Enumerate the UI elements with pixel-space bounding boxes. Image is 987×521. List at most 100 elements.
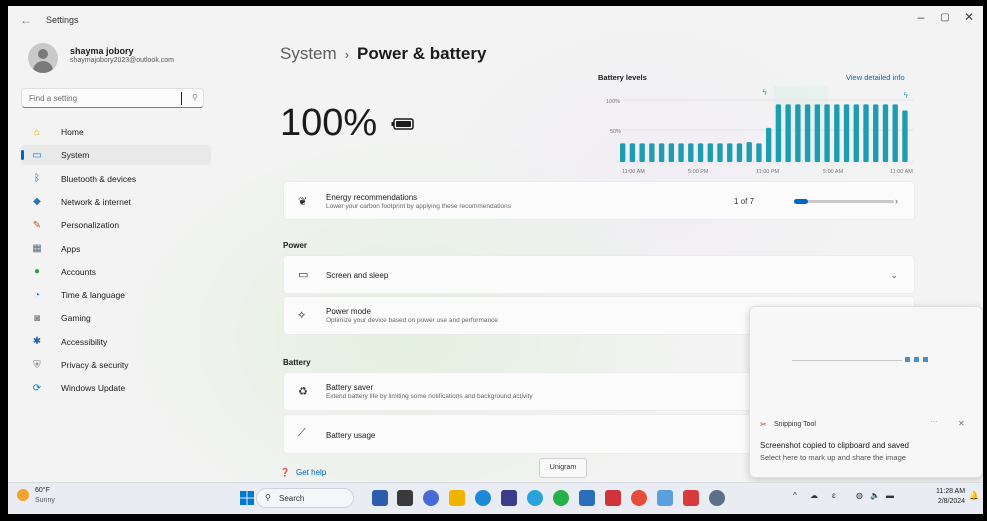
sidebar-item-network-internet[interactable]: ◆ Network & internet — [21, 192, 211, 212]
battery-bar — [707, 143, 713, 162]
battery-tray-icon[interactable]: ▬ — [886, 491, 894, 500]
power-mode-title: Power mode — [326, 307, 371, 316]
toast-action: Select here to mark up and share the ima… — [760, 453, 906, 462]
avatar[interactable] — [28, 43, 58, 73]
keyboard-icon[interactable]: ɛ — [832, 491, 836, 500]
battery-bar — [697, 143, 704, 162]
sidebar-item-apps[interactable]: ▦ Apps — [21, 239, 211, 259]
store-icon[interactable] — [501, 490, 517, 506]
search-icon: ⚲ — [265, 493, 271, 502]
sidebar-item-time-language[interactable]: ◔ Time & language — [21, 285, 211, 305]
onedrive-icon[interactable]: ☁ — [810, 491, 818, 500]
bluetooth-icon: ᛒ — [34, 173, 40, 185]
get-help-link[interactable]: Get help — [296, 468, 326, 477]
system-icon: ▭ — [32, 149, 42, 161]
sidebar-item-privacy-security[interactable]: ⛨ Privacy & security — [21, 355, 211, 375]
battery-bar — [795, 104, 801, 162]
back-arrow-icon[interactable]: ← — [20, 13, 32, 27]
globe-clock-icon: ◔ — [33, 289, 41, 301]
view-detailed-info-link[interactable]: View detailed info — [846, 73, 905, 82]
toast-preview-dot — [914, 357, 919, 362]
toast-preview-dot — [905, 357, 910, 362]
battery-bar — [873, 104, 879, 162]
sidebar-item-home[interactable]: ⌂ Home — [21, 122, 211, 142]
sidebar-item-label: Apps — [61, 243, 81, 254]
edge-icon[interactable] — [475, 490, 491, 506]
battery-saver-icon: ♻ — [298, 386, 308, 398]
file-explorer-icon[interactable] — [372, 490, 388, 506]
y-tick-label: 50% — [610, 129, 621, 135]
battery-bar — [902, 110, 908, 162]
sidebar-item-label: Home — [61, 127, 84, 137]
close-icon[interactable]: ✕ — [954, 10, 983, 24]
selection-indicator — [21, 150, 24, 161]
battery-bar — [785, 104, 791, 162]
recommendation-count: 1 of 7 — [734, 197, 755, 206]
battery-bar — [814, 104, 821, 162]
taskbar-search[interactable]: ⚲ Search — [256, 488, 354, 508]
update-icon: ⟳ — [32, 382, 42, 394]
chrome-icon[interactable] — [631, 490, 647, 506]
battery-saver-subtitle: Extend battery life by limiting some not… — [326, 393, 533, 400]
x-tick-label: 5:00 PM — [688, 169, 709, 175]
folder-icon[interactable] — [449, 490, 465, 506]
sidebar-item-system[interactable]: ▭ System — [21, 145, 211, 166]
toast-app-name: Snipping Tool — [774, 421, 816, 428]
battery-bar — [649, 143, 655, 162]
chat-icon[interactable] — [423, 490, 439, 506]
volume-icon[interactable]: 🔈 — [870, 491, 880, 500]
battery-bar — [639, 143, 645, 162]
window-title: Settings — [46, 15, 79, 25]
sidebar-item-bluetooth-devices[interactable]: ᛒ Bluetooth & devices — [21, 169, 211, 189]
section-battery: Battery — [283, 358, 311, 367]
search-icon: ⚲ — [192, 93, 198, 102]
chart-line-icon: ⟋ — [298, 427, 306, 439]
x-tick-label: 11:00 AM — [622, 169, 645, 175]
notification-bell-icon[interactable]: 🔔 — [969, 491, 979, 500]
battery-bar — [766, 127, 772, 162]
snipping-tool-icon: ✂ — [760, 420, 767, 429]
battery-bar — [678, 143, 684, 162]
toast-close-icon[interactable]: ✕ — [958, 419, 965, 428]
wifi-icon: ◆ — [33, 196, 41, 208]
sidebar-item-windows-update[interactable]: ⟳ Windows Update — [21, 378, 211, 398]
breadcrumb-parent[interactable]: System — [280, 44, 337, 63]
photos-icon[interactable] — [657, 490, 673, 506]
page-title: Power & battery — [357, 44, 487, 63]
sidebar-item-personalization[interactable]: ✎ Personalization — [21, 215, 211, 235]
profile-name: shayma jobory — [70, 46, 134, 56]
sidebar-item-label: Personalization — [61, 220, 120, 231]
sidebar-item-accounts[interactable]: ● Accounts — [21, 262, 211, 282]
chevron-down-icon: ⌄ — [890, 270, 898, 280]
y-tick-label: 100% — [606, 99, 620, 105]
snipping-tool-notification[interactable]: ✂ Snipping Tool ··· ✕ Screenshot copied … — [749, 306, 983, 478]
toast-more-icon[interactable]: ··· — [930, 417, 938, 426]
battery-bar — [668, 143, 675, 162]
sidebar-item-accessibility[interactable]: ✱ Accessibility — [21, 332, 211, 352]
start-icon[interactable] — [240, 491, 254, 505]
clock-time: 11:28 AM — [936, 488, 966, 495]
sidebar-item-gaming[interactable]: ◙ Gaming — [21, 308, 211, 328]
sidebar-item-label: Network & internet — [61, 196, 131, 207]
network-icon[interactable]: ◍ — [856, 491, 863, 500]
battery-bar — [756, 143, 762, 162]
battery-bar — [863, 104, 869, 162]
settings-icon[interactable] — [709, 490, 725, 506]
screen-sleep-row[interactable]: ▭ Screen and sleep ⌄ — [283, 255, 915, 294]
chevron-up-icon[interactable]: ^ — [793, 491, 797, 500]
word-icon[interactable] — [579, 490, 595, 506]
sidebar-item-label: Gaming — [61, 313, 91, 324]
clock[interactable]: 11:28 AM 2/8/2024 — [936, 487, 965, 507]
search-input[interactable]: Find a setting ⚲ — [21, 88, 204, 108]
pdf-icon[interactable] — [605, 490, 621, 506]
taskbar-tooltip: Unigram — [539, 458, 587, 478]
unigram-icon[interactable] — [527, 490, 543, 506]
snipping-tool-taskbar-icon[interactable] — [683, 490, 699, 506]
title-bar: ← Settings – ▢ ✕ — [8, 6, 983, 36]
weather-icon[interactable] — [17, 489, 29, 501]
taskbar: 60°F Sunny ⚲ Search ^ ☁ ɛ ◍ 🔈 ▬ 11:28 AM… — [8, 482, 983, 514]
battery-bar — [746, 142, 752, 162]
sidebar-item-label: Privacy & security — [61, 360, 129, 370]
task-view-icon[interactable] — [397, 490, 413, 506]
whatsapp-icon[interactable] — [553, 490, 569, 506]
